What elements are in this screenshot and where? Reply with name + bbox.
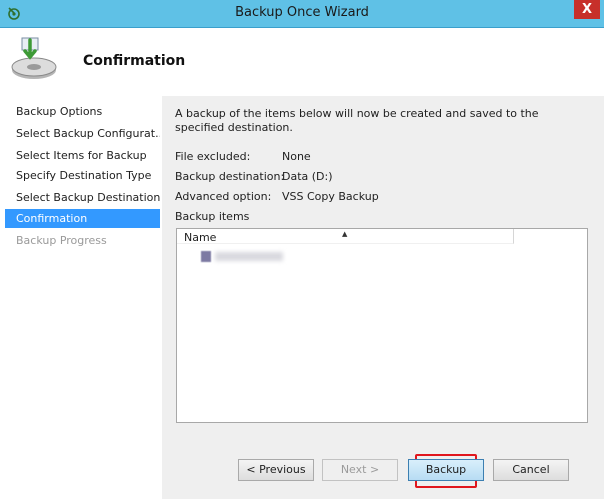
backup-destination-value: Data (D:) — [282, 170, 333, 183]
backup-items-list[interactable]: Name ▲ — [176, 228, 588, 423]
nav-item-select-backup-configuration[interactable]: Select Backup Configurat... — [5, 124, 160, 143]
window-title: Backup Once Wizard — [235, 5, 369, 20]
confirmation-panel: A backup of the items below will now be … — [162, 96, 604, 441]
title-bar: Backup Once Wizard X — [0, 0, 604, 28]
advanced-option-label: Advanced option: — [175, 190, 272, 203]
column-name-label: Name — [184, 231, 217, 244]
nav-item-select-items-for-backup[interactable]: Select Items for Backup — [5, 146, 160, 165]
backup-button[interactable]: Backup — [408, 459, 484, 481]
nav-item-specify-destination-type[interactable]: Specify Destination Type — [5, 166, 160, 185]
item-label-obscured — [215, 252, 283, 261]
file-excluded-value: None — [282, 150, 311, 163]
wizard-footer: < Previous Next > Backup Cancel — [162, 441, 604, 499]
list-item[interactable] — [189, 248, 289, 264]
wizard-header: Confirmation — [0, 28, 604, 93]
backup-wizard-icon — [11, 37, 57, 79]
intro-text: A backup of the items below will now be … — [175, 107, 539, 134]
next-button: Next > — [322, 459, 398, 481]
close-icon: X — [581, 2, 593, 17]
nav-item-backup-options[interactable]: Backup Options — [5, 102, 160, 121]
previous-button[interactable]: < Previous — [238, 459, 314, 481]
sort-ascending-icon: ▲ — [342, 230, 348, 238]
close-button[interactable]: X — [574, 0, 600, 19]
item-icon — [201, 251, 211, 262]
nav-item-confirmation[interactable]: Confirmation — [5, 209, 160, 228]
nav-item-backup-progress: Backup Progress — [16, 234, 107, 247]
file-excluded-label: File excluded: — [175, 150, 251, 163]
cancel-button[interactable]: Cancel — [493, 459, 569, 481]
nav-item-select-backup-destination[interactable]: Select Backup Destination — [5, 188, 160, 207]
advanced-option-value: VSS Copy Backup — [282, 190, 379, 203]
wizard-steps-nav: Backup Options Select Backup Configurat.… — [0, 96, 160, 499]
backup-items-heading: Backup items — [175, 210, 250, 223]
backup-destination-label: Backup destination: — [175, 170, 285, 183]
list-header-name[interactable]: Name ▲ — [177, 229, 514, 244]
page-title: Confirmation — [83, 53, 186, 69]
